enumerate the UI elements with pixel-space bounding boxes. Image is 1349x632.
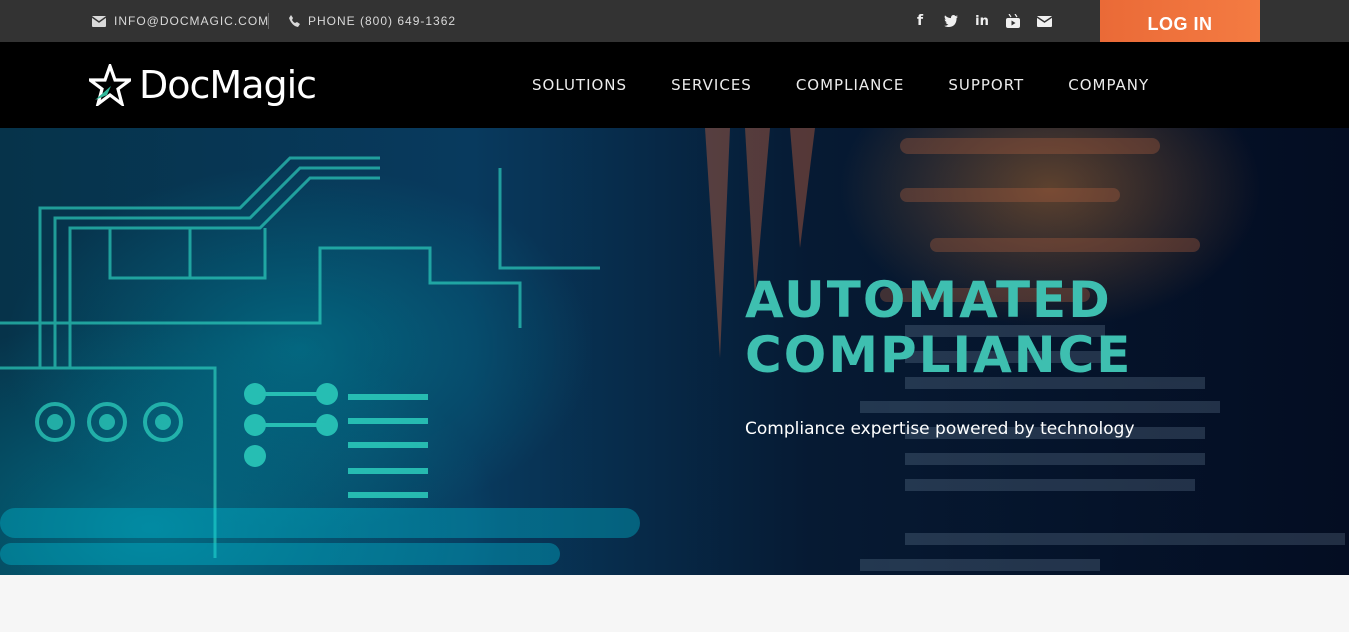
divider	[268, 13, 269, 29]
linkedin-icon[interactable]: in	[973, 11, 991, 31]
nav-company[interactable]: COMPANY	[1068, 76, 1149, 94]
hero-banner: AUTOMATED COMPLIANCE Compliance expertis…	[0, 128, 1349, 575]
star-logo-icon	[89, 64, 131, 106]
email-text: INFO@DOCMAGIC.COM	[114, 14, 270, 28]
twitter-icon[interactable]	[942, 11, 960, 31]
hero-title: AUTOMATED COMPLIANCE	[745, 273, 1132, 383]
mail-icon[interactable]	[1035, 11, 1053, 31]
main-nav: SOLUTIONS SERVICES COMPLIANCE SUPPORT CO…	[532, 42, 1193, 128]
content-area	[0, 575, 1349, 632]
phone-text: PHONE (800) 649-1362	[308, 14, 457, 28]
circuit-background	[0, 128, 1345, 571]
email-link[interactable]: INFO@DOCMAGIC.COM	[92, 0, 269, 42]
top-bar: INFO@DOCMAGIC.COM PHONE (800) 649-1362 f…	[0, 0, 1349, 49]
logo[interactable]: DocMagic	[89, 63, 317, 107]
phone-icon	[289, 15, 300, 27]
nav-services[interactable]: SERVICES	[671, 76, 752, 94]
envelope-icon	[92, 15, 106, 27]
youtube-icon[interactable]	[1004, 11, 1022, 31]
social-links: f in	[911, 11, 1053, 31]
hero-subtitle: Compliance expertise powered by technolo…	[745, 419, 1135, 439]
nav-solutions[interactable]: SOLUTIONS	[532, 76, 627, 94]
nav-compliance[interactable]: COMPLIANCE	[796, 76, 904, 94]
main-header: DocMagic SOLUTIONS SERVICES COMPLIANCE S…	[0, 42, 1349, 128]
nav-support[interactable]: SUPPORT	[948, 76, 1024, 94]
facebook-icon[interactable]: f	[911, 11, 929, 31]
hero-title-line2: COMPLIANCE	[745, 326, 1133, 384]
logo-text: DocMagic	[139, 63, 317, 107]
hero-title-line1: AUTOMATED	[745, 271, 1112, 329]
phone-link[interactable]: PHONE (800) 649-1362	[289, 0, 456, 42]
